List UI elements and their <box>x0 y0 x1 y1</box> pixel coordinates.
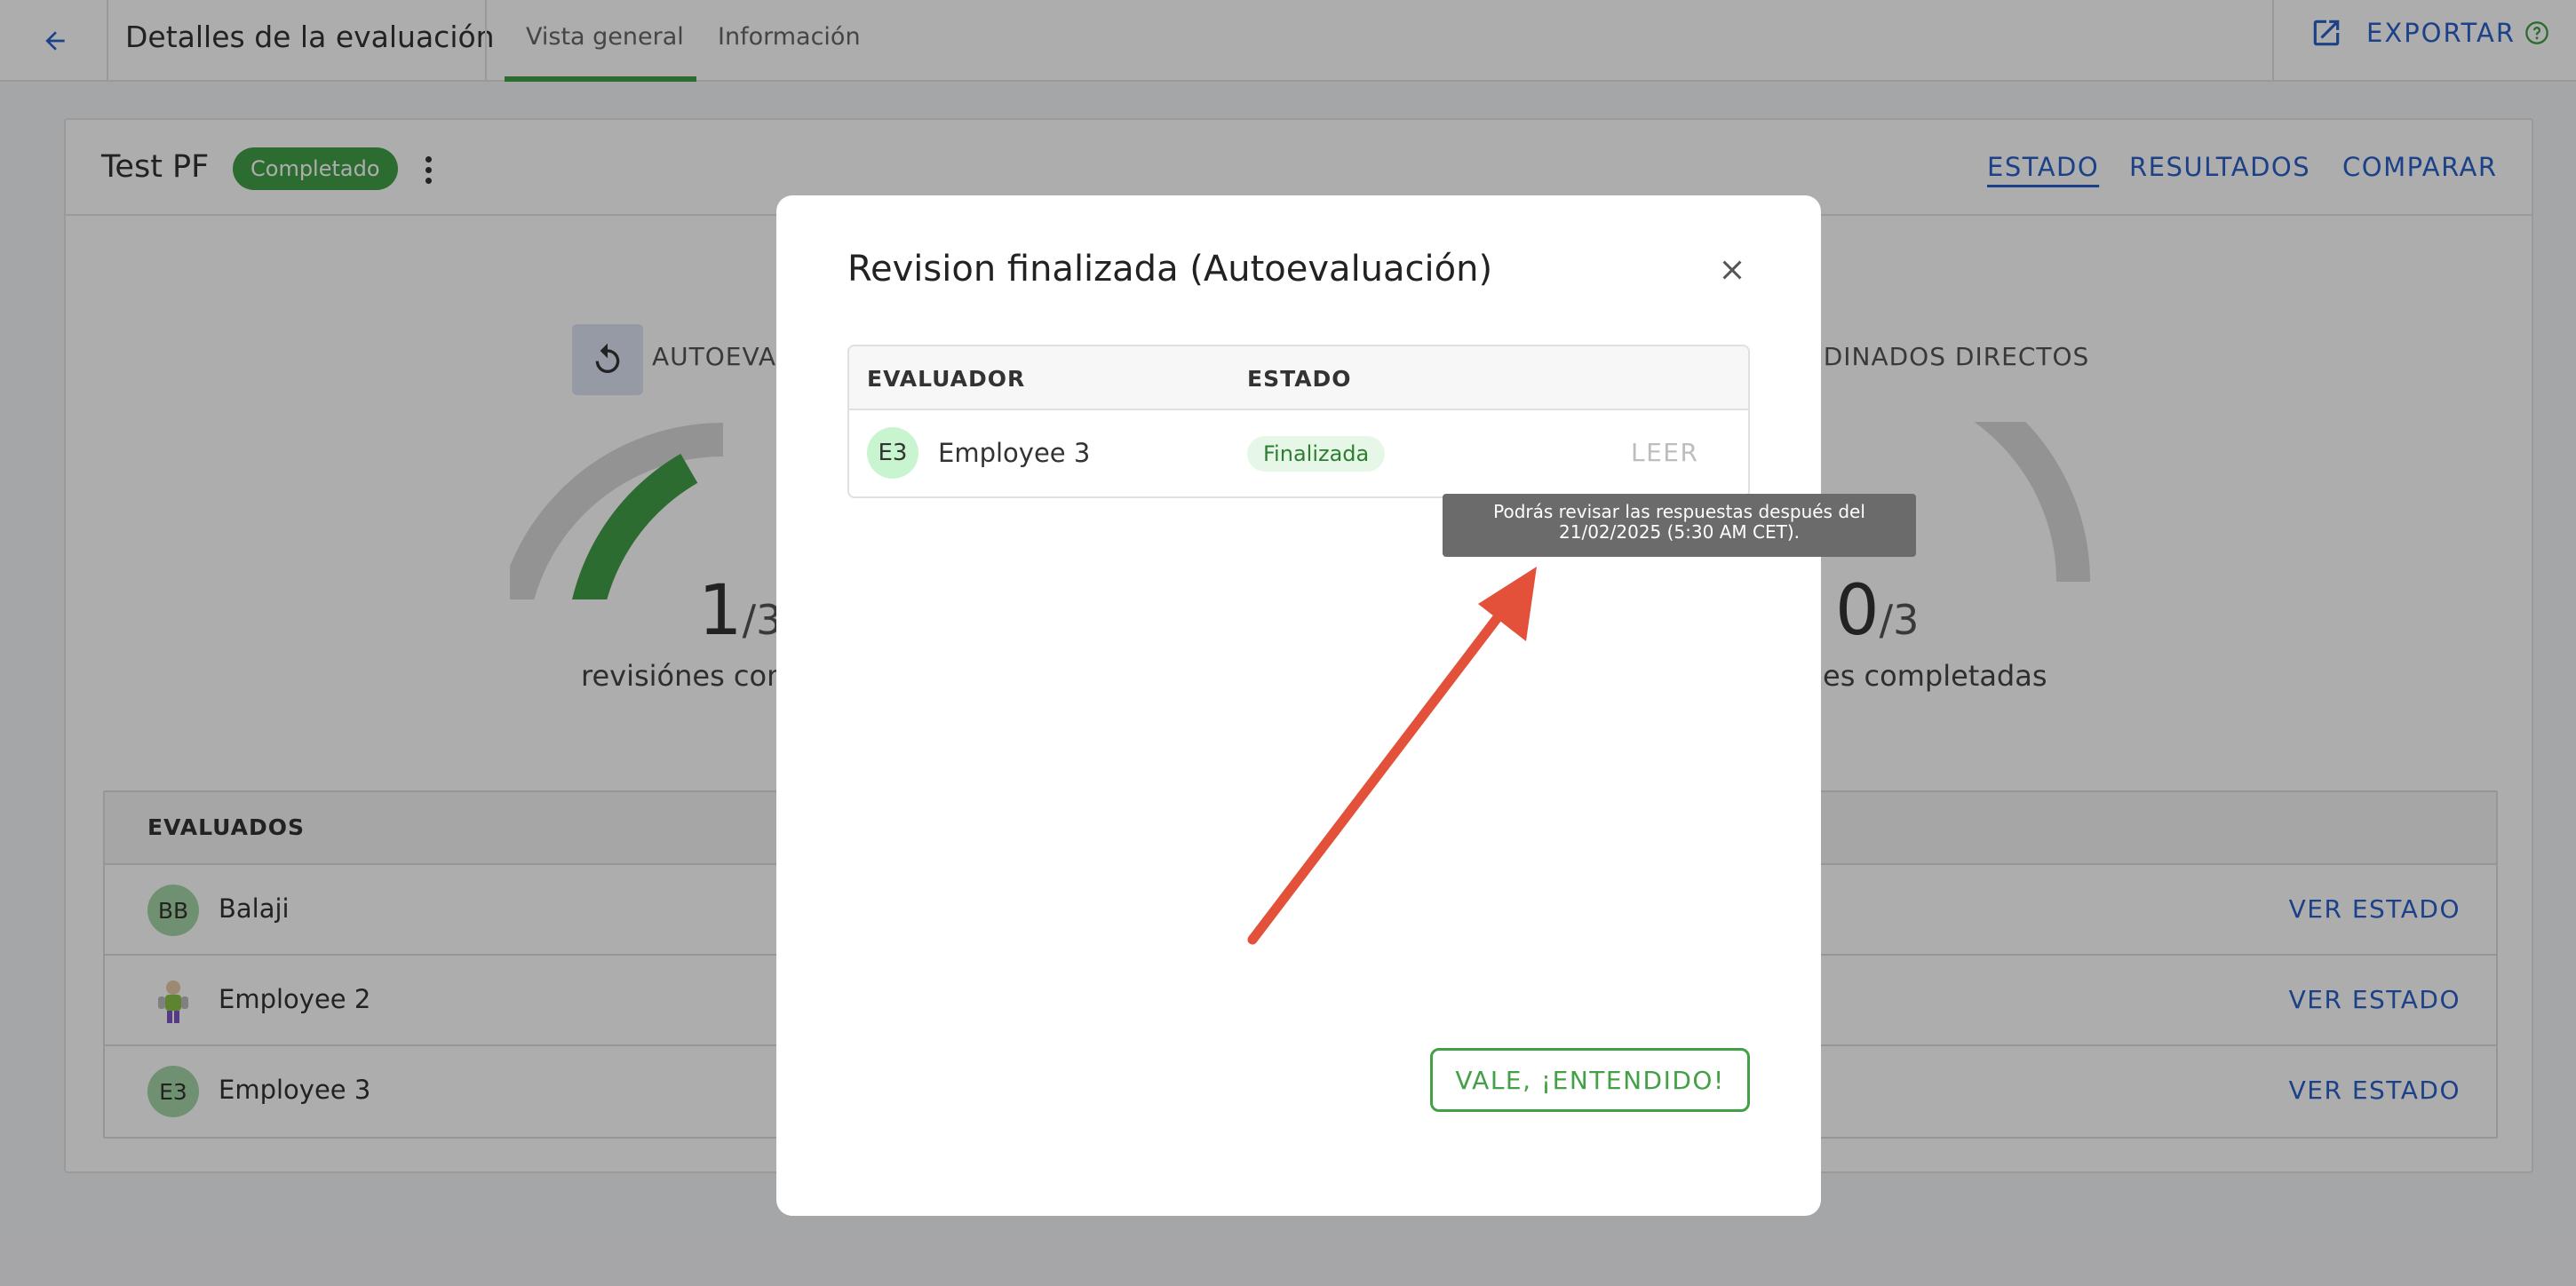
column-header-status: ESTADO <box>1247 366 1352 392</box>
tooltip-line: 21/02/2025 (5:30 AM CET). <box>1559 521 1800 543</box>
review-finished-dialog: Revision finalizada (Autoevaluación) EVA… <box>776 195 1821 1216</box>
table-row: E3 Employee 3 Finalizada LEER <box>849 410 1748 496</box>
reviewer-name: Employee 3 <box>938 438 1091 468</box>
close-button[interactable] <box>1709 247 1755 293</box>
close-icon <box>1722 260 1742 280</box>
reviewers-table: EVALUADOR ESTADO E3 Employee 3 Finalizad… <box>847 345 1750 498</box>
tooltip: Podrás revisar las respuestas después de… <box>1443 494 1916 557</box>
avatar: E3 <box>867 427 918 479</box>
table-header: EVALUADOR ESTADO <box>849 346 1748 410</box>
column-header-evaluator: EVALUADOR <box>867 366 1026 392</box>
tooltip-line: Podrás revisar las respuestas después de… <box>1493 501 1865 522</box>
status-badge: Finalizada <box>1247 436 1386 472</box>
read-button[interactable]: LEER <box>1631 438 1698 467</box>
confirm-button[interactable]: VALE, ¡ENTENDIDO! <box>1430 1048 1750 1112</box>
dialog-title: Revision finalizada (Autoevaluación) <box>847 249 1493 290</box>
